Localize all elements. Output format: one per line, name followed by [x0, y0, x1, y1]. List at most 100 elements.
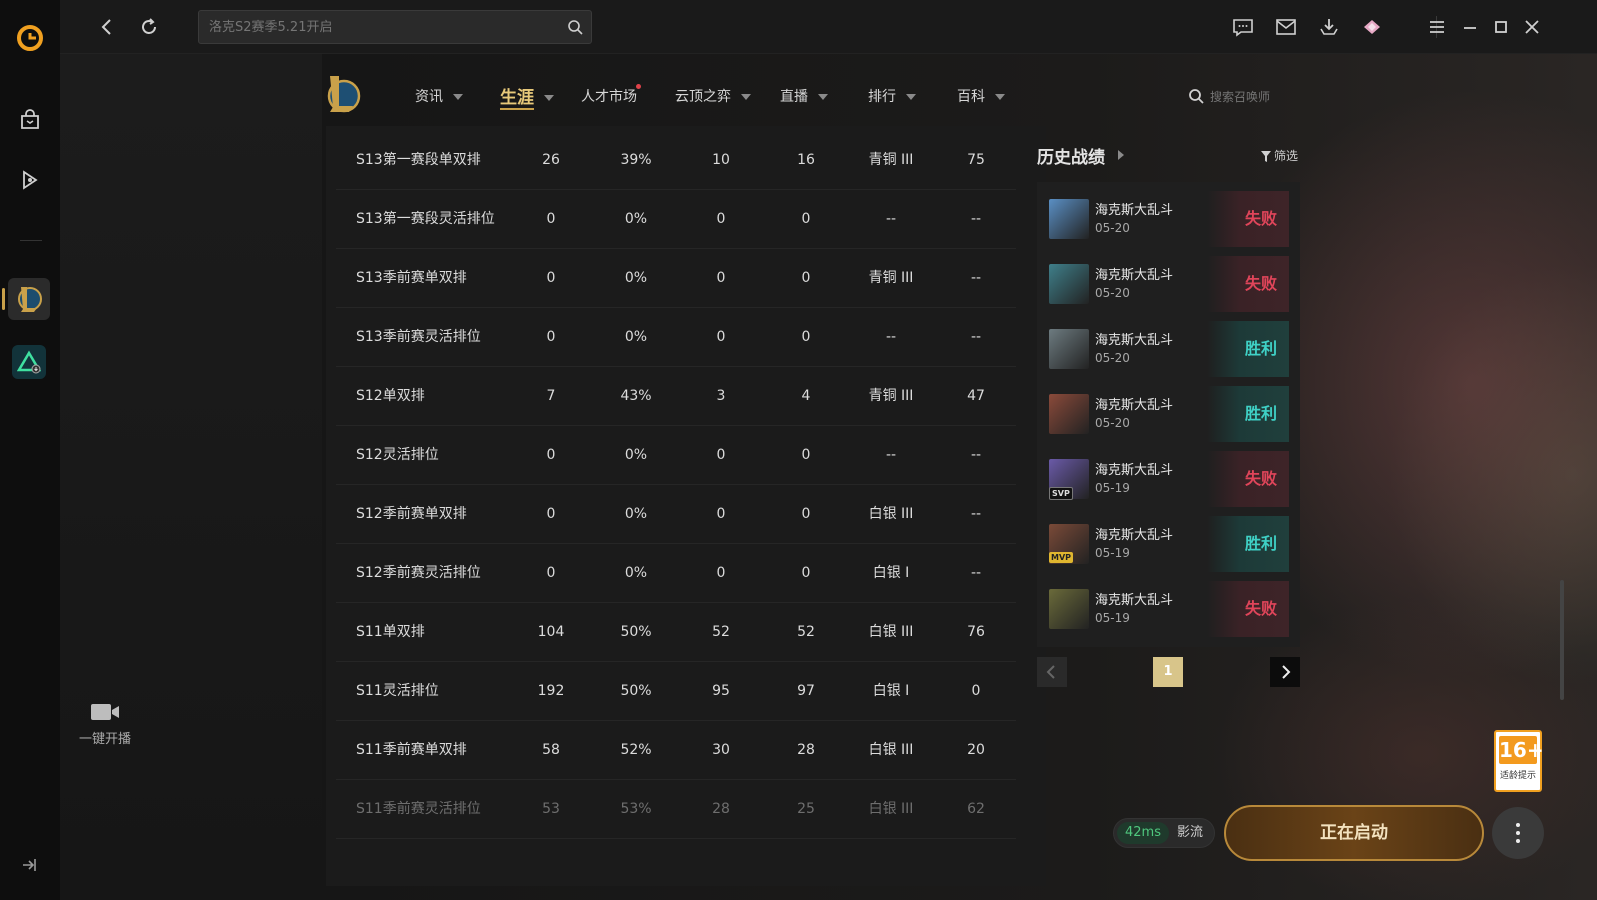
lol-game-tile[interactable]: [8, 278, 50, 320]
table-cell: 76: [967, 624, 985, 640]
filter-button[interactable]: 筛选: [1261, 147, 1298, 164]
table-cell: S11单双排: [356, 624, 425, 640]
chevron-down-icon: [544, 95, 554, 101]
match-item[interactable]: 海克斯大乱斗 05-20 胜利: [1049, 321, 1289, 377]
maximize-icon[interactable]: [1489, 15, 1513, 39]
table-row: S11灵活排位 192 50% 95 97 白银 I 0: [336, 661, 1016, 721]
table-cell: S11季前赛灵活排位: [356, 801, 481, 817]
match-date: 05-20: [1095, 351, 1130, 365]
store-bag-icon[interactable]: [18, 108, 42, 132]
nav-tab-tft[interactable]: 云顶之弈: [675, 86, 751, 108]
match-mode: 海克斯大乱斗: [1095, 528, 1174, 543]
left-rail: [0, 0, 60, 900]
more-options-button[interactable]: [1492, 807, 1544, 859]
table-cell: S11灵活排位: [356, 683, 439, 699]
table-cell: S12灵活排位: [356, 447, 439, 463]
table-cell: 0: [546, 211, 556, 227]
table-cell: 0%: [624, 329, 648, 345]
tft-logo-icon: [17, 350, 41, 374]
table-cell: S12单双排: [356, 388, 425, 404]
one-click-live-button[interactable]: 一键开播: [70, 702, 140, 747]
nav-tab-talent-market[interactable]: 人才市场: [581, 84, 641, 108]
app-window: 一键开播 洛克S2赛季5.21开启 资讯 生涯 人才市场 云顶之弈 直播 排行 …: [0, 0, 1597, 900]
table-cell: 0%: [624, 506, 648, 522]
champion-avatar: [1049, 264, 1089, 304]
filter-icon: [1261, 151, 1271, 162]
more-dot: [1516, 839, 1520, 843]
table-cell: 0: [716, 565, 726, 581]
match-date: 05-19: [1095, 611, 1130, 625]
minimize-icon[interactable]: [1458, 15, 1482, 39]
table-cell: 52: [797, 624, 815, 640]
scrollbar[interactable]: [1560, 580, 1564, 700]
chevron-down-icon: [906, 94, 916, 100]
server-name: 影流: [1177, 825, 1204, 840]
table-cell: 52%: [620, 742, 652, 758]
lol-brand-logo-icon[interactable]: [322, 72, 362, 118]
match-item[interactable]: MVP 海克斯大乱斗 05-19 胜利: [1049, 516, 1289, 572]
table-cell: 白银 III: [868, 801, 914, 817]
user-avatar-icon[interactable]: [1360, 15, 1384, 39]
close-icon[interactable]: [1520, 15, 1544, 39]
table-cell: 0: [716, 270, 726, 286]
nav-tab-wiki[interactable]: 百科: [957, 86, 1005, 108]
server-ping[interactable]: 42ms 影流: [1113, 818, 1215, 848]
table-cell: 53%: [620, 801, 652, 817]
chevron-right-icon[interactable]: [1118, 150, 1124, 160]
app-logo-icon[interactable]: [16, 24, 44, 52]
match-result: 胜利: [1207, 516, 1289, 572]
nav-tab-career[interactable]: 生涯: [500, 83, 554, 110]
match-item[interactable]: 海克斯大乱斗 05-20 失败: [1049, 191, 1289, 247]
chevron-right-icon: [1282, 665, 1291, 679]
launch-game-button[interactable]: 正在启动: [1224, 805, 1484, 861]
chat-bubble-icon[interactable]: [1231, 15, 1255, 39]
match-item[interactable]: 海克斯大乱斗 05-20 失败: [1049, 256, 1289, 312]
collapse-sidebar-icon[interactable]: [20, 856, 38, 874]
table-cell: S12季前赛灵活排位: [356, 565, 481, 581]
table-cell: 0: [716, 506, 726, 522]
table-cell: 0: [716, 211, 726, 227]
table-cell: 62: [967, 801, 985, 817]
refresh-icon[interactable]: [138, 16, 160, 38]
prev-page-button[interactable]: [1037, 657, 1067, 687]
table-cell: 0: [801, 506, 811, 522]
table-cell: S11季前赛单双排: [356, 742, 467, 758]
nav-tab-live[interactable]: 直播: [780, 86, 828, 108]
table-cell: 28: [797, 742, 815, 758]
table-cell: 0: [801, 270, 811, 286]
table-cell: 0: [716, 329, 726, 345]
table-cell: 0: [801, 565, 811, 581]
table-cell: 0%: [624, 565, 648, 581]
game-library-icon[interactable]: [18, 168, 42, 192]
champion-avatar: [1049, 589, 1089, 629]
page-number[interactable]: 1: [1153, 657, 1183, 687]
table-cell: 20: [967, 742, 985, 758]
match-item[interactable]: 海克斯大乱斗 05-20 胜利: [1049, 386, 1289, 442]
table-row: S11季前赛灵活排位 53 53% 28 25 白银 III 62: [336, 779, 1016, 839]
match-item[interactable]: 海克斯大乱斗 05-19 失败: [1049, 581, 1289, 637]
menu-icon[interactable]: [1425, 15, 1449, 39]
table-cell: 53: [542, 801, 560, 817]
back-arrow-icon[interactable]: [96, 16, 118, 38]
download-icon[interactable]: [1317, 15, 1341, 39]
summoner-search-input[interactable]: [1210, 86, 1310, 108]
table-row: S12季前赛灵活排位 0 0% 0 0 白银 I --: [336, 543, 1016, 603]
table-row: S13季前赛灵活排位 0 0% 0 0 -- --: [336, 307, 1016, 367]
table-row: S12灵活排位 0 0% 0 0 -- --: [336, 425, 1016, 485]
next-page-button[interactable]: [1270, 657, 1300, 687]
nav-tab-news[interactable]: 资讯: [415, 86, 463, 108]
table-cell: 0: [801, 329, 811, 345]
global-search-input[interactable]: [209, 11, 549, 43]
history-title[interactable]: 历史战绩: [1037, 143, 1105, 168]
match-item[interactable]: SVP 海克斯大乱斗 05-19 失败: [1049, 451, 1289, 507]
age-org: CADPA: [1504, 759, 1525, 766]
tft-game-tile[interactable]: [12, 345, 46, 379]
chevron-down-icon: [818, 94, 828, 100]
search-icon[interactable]: [1188, 88, 1204, 104]
mail-icon[interactable]: [1274, 15, 1298, 39]
match-date: 05-19: [1095, 546, 1130, 560]
table-row: S12季前赛单双排 0 0% 0 0 白银 III --: [336, 484, 1016, 544]
table-cell: S13季前赛灵活排位: [356, 329, 481, 345]
search-icon[interactable]: [567, 19, 583, 35]
nav-tab-ranking[interactable]: 排行: [868, 86, 916, 108]
